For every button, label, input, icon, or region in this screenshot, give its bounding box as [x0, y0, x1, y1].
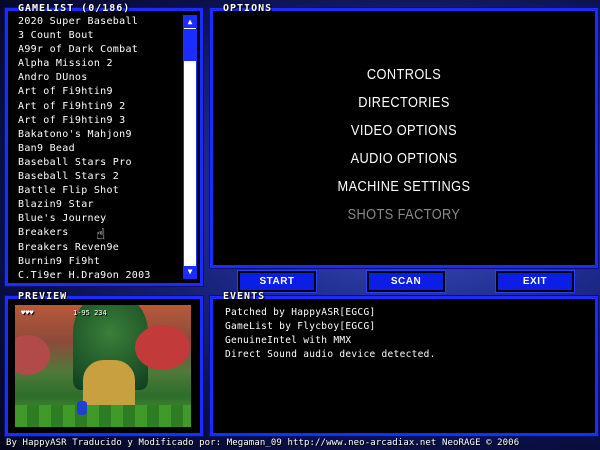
game-list-item[interactable]: Burnin9 Fi9ht: [18, 255, 178, 269]
gamelist-title: GAMELIST (0/186): [18, 3, 131, 14]
game-preview-image: ♥♥♥ 1-95 234: [15, 305, 191, 427]
game-list-item[interactable]: Art of Fi9htin9 3: [18, 114, 178, 128]
game-list-item[interactable]: Baseball Stars Pro: [18, 156, 178, 170]
gamelist-panel: GAMELIST (0/186) 2020 Super Baseball 3 C…: [5, 4, 203, 286]
event-line: Direct Sound audio device detected.: [225, 349, 436, 360]
preview-character: [77, 401, 87, 415]
menu-item-machine-settings[interactable]: MACHINE SETTINGS: [242, 173, 567, 201]
events-panel: EVENTS Patched by HappyASR[EGCG] GameLis…: [210, 292, 598, 436]
options-menu: CONTROLS DIRECTORIES VIDEO OPTIONS AUDIO…: [213, 11, 595, 229]
events-log: Patched by HappyASR[EGCG] GameList by Fl…: [213, 299, 595, 362]
preview-trunk: [83, 360, 135, 410]
event-line: GameList by Flycboy[EGCG]: [225, 321, 376, 332]
menu-item-directories[interactable]: DIRECTORIES: [242, 89, 567, 117]
preview-foliage: [15, 335, 50, 375]
preview-panel: PREVIEW ♥♥♥ 1-95 234: [5, 292, 203, 436]
game-list-item[interactable]: Alpha Mission 2: [18, 57, 178, 71]
exit-button[interactable]: EXIT: [495, 270, 575, 293]
game-list-item[interactable]: C.Ti9er H.Dra9on 2003: [18, 269, 178, 283]
game-list-item[interactable]: A99r of Dark Combat: [18, 43, 178, 57]
options-title: OPTIONS: [223, 3, 273, 14]
preview-hud-score: 1-95 234: [73, 309, 107, 317]
game-list-item[interactable]: Ban9 Bead: [18, 142, 178, 156]
credits-footer: By HappyASR Traducido y Modificado por: …: [6, 438, 520, 448]
scroll-thumb[interactable]: [184, 29, 196, 61]
scan-button[interactable]: SCAN: [366, 270, 446, 293]
start-button[interactable]: START: [237, 270, 317, 293]
gamelist-scrollbar[interactable]: ▲ ▼: [183, 15, 197, 279]
game-list-item[interactable]: Art of Fi9htin9: [18, 85, 178, 99]
menu-item-shots-factory: SHOTS FACTORY: [347, 206, 461, 223]
game-list-item[interactable]: Andro DUnos: [18, 71, 178, 85]
game-list-item[interactable]: Battle Flip Shot: [18, 184, 178, 198]
preview-hud-lives: ♥♥♥: [21, 309, 34, 317]
event-line: GenuineIntel with MMX: [225, 335, 352, 346]
game-list-item[interactable]: 2020 Super Baseball: [18, 15, 178, 29]
game-list-item[interactable]: Bakatono's Mahjon9: [18, 128, 178, 142]
menu-item-audio-options[interactable]: AUDIO OPTIONS: [242, 145, 567, 173]
game-list-item[interactable]: Blazin9 Star: [18, 198, 178, 212]
options-panel: OPTIONS CONTROLS DIRECTORIES VIDEO OPTIO…: [210, 4, 598, 268]
event-line: Patched by HappyASR[EGCG]: [225, 307, 376, 318]
preview-title: PREVIEW: [18, 291, 68, 302]
preview-foliage: [135, 325, 190, 370]
menu-item-video-options[interactable]: VIDEO OPTIONS: [242, 117, 567, 145]
scroll-down-icon[interactable]: ▼: [184, 266, 196, 278]
scroll-up-icon[interactable]: ▲: [184, 16, 196, 28]
game-list-item[interactable]: Art of Fi9htin9 2: [18, 100, 178, 114]
menu-item-controls[interactable]: CONTROLS: [242, 61, 567, 89]
game-list-item[interactable]: 3 Count Bout: [18, 29, 178, 43]
hand-cursor-icon: ☝: [96, 225, 106, 243]
events-title: EVENTS: [223, 291, 266, 302]
game-list-item[interactable]: Baseball Stars 2: [18, 170, 178, 184]
preview-ground: [15, 405, 191, 427]
